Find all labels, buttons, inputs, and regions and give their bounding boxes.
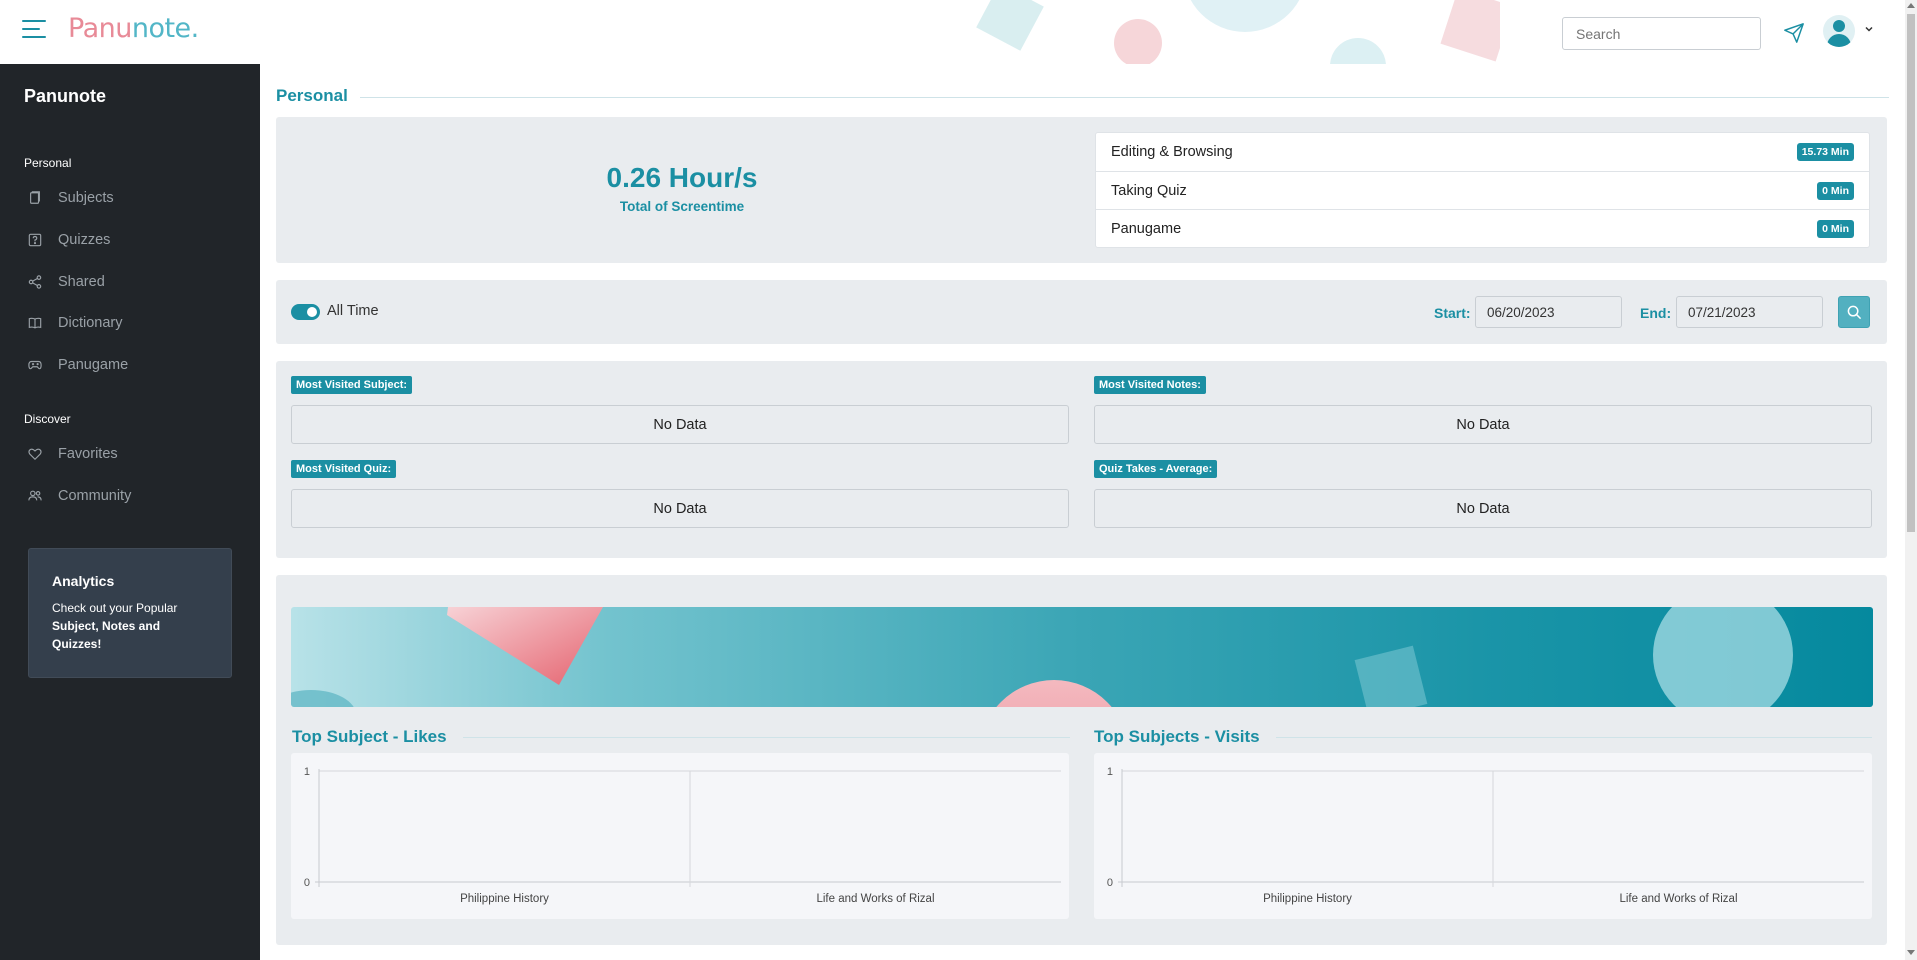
sidebar-item-label: Quizzes [58,232,111,248]
screentime-total: 0.26 Hour/s [606,162,758,193]
chevron-down-icon[interactable] [1864,24,1874,34]
banner-shapes [291,607,1793,707]
sidebar-item-shared[interactable]: Shared [28,268,248,296]
sidebar-item-subjects[interactable]: Subjects [28,184,248,212]
toggle-label: All Time [327,303,379,319]
scrollbar-thumb[interactable] [1907,14,1915,532]
controller-icon [28,360,42,370]
sidebar-item-label: Dictionary [58,315,123,331]
send-icon[interactable] [1783,22,1805,44]
divider [462,736,1070,738]
main-content: Personal 0.26 Hour/s Total of Screentime… [260,64,1905,960]
open-book-icon [28,317,42,329]
search-button[interactable] [1838,296,1870,328]
top-navbar: Panunote. [0,0,1905,64]
chart-header-likes: Top Subject - Likes [292,727,1070,747]
sidebar-item-label: Shared [58,274,105,290]
quiz-takes-average-value: No Data [1094,489,1872,528]
sidebar-item-label: Panugame [58,357,129,373]
chart-title: Top Subject - Likes [292,727,447,746]
end-label: End: [1640,305,1672,321]
quiz-takes-average-label: Quiz Takes - Average: [1094,460,1218,478]
analytics-promo-card: Analytics Check out your Popular Subject… [28,548,232,678]
chart-title: Top Subjects - Visits [1094,727,1260,746]
sidebar-item-dictionary[interactable]: Dictionary [28,309,248,337]
likes-bar-chart: 0 1 Philippine History Life and Works of Ri… [304,766,1061,905]
list-item: Taking Quiz 0 Min [1096,171,1869,209]
visits-bar-chart: 0 1 Philippine History Life and Works of Ri… [1107,766,1864,905]
all-time-toggle[interactable] [291,304,320,320]
x-tick-label: Philippine History [460,893,549,905]
x-tick-label: Life and Works of Rizal [1619,893,1737,905]
search-icon [1847,305,1862,320]
sidebar-item-quizzes[interactable]: Quizzes [28,226,248,254]
most-visited-quiz-label: Most Visited Quiz: [291,460,397,478]
sidebar-item-label: Favorites [58,446,118,462]
chart-likes: 0 1 Philippine History Life and Works of Ri… [291,753,1069,919]
share-icon [28,275,42,289]
sidebar-item-community[interactable]: Community [28,482,248,510]
list-item: Panugame 0 Min [1096,209,1869,247]
promo-text: Check out your Popular Subject, Notes an… [52,601,178,651]
promo-title: Analytics [52,573,115,589]
sidebar-item-favorites[interactable]: Favorites [28,440,248,468]
sidebar-brand[interactable]: Panunote [24,86,106,107]
section-header: Personal [276,86,1889,106]
most-visited-notes-label: Most Visited Notes: [1094,376,1206,394]
page-title: Personal [276,86,348,105]
item-label: Taking Quiz [1111,182,1187,199]
most-visited-subject-label: Most Visited Subject: [291,376,413,394]
x-tick-label: Life and Works of Rizal [816,893,934,905]
start-date-input[interactable] [1475,296,1622,328]
y-tick-label: 1 [304,766,310,778]
sidebar-item-panugame[interactable]: Panugame [28,351,248,379]
app-logo[interactable]: Panunote. [68,13,199,44]
divider [1275,736,1872,738]
decorative-banner [291,607,1873,707]
status-badge: 15.73 Min [1796,143,1854,161]
end-date-input[interactable] [1676,296,1823,328]
start-label: Start: [1434,305,1471,321]
most-visited-notes-value: No Data [1094,405,1872,444]
screentime-breakdown: Editing & Browsing 15.73 Min Taking Quiz… [1095,132,1870,248]
avatar[interactable] [1823,15,1855,47]
most-visited-quiz-value: No Data [291,489,1069,528]
chart-visits: 0 1 Philippine History Life and Works of Ri… [1094,753,1872,919]
chart-header-visits: Top Subjects - Visits [1094,727,1872,747]
item-label: Panugame [1111,220,1182,237]
screentime-panel: 0.26 Hour/s Total of Screentime Editing … [276,117,1887,263]
decorative-shapes [976,0,1500,64]
menu-icon[interactable] [22,20,46,40]
item-label: Editing & Browsing [1111,144,1233,160]
status-badge: 0 Min [1817,181,1854,200]
sidebar: Panunote Personal Subjects Quizzes Share… [0,64,260,960]
heart-icon [28,448,42,461]
divider [359,96,1889,98]
sidebar-section-discover: Discover [24,412,71,426]
vertical-scrollbar[interactable] [1905,0,1917,960]
sidebar-item-label: Subjects [58,190,114,206]
x-tick-label: Philippine History [1263,893,1352,905]
search-input[interactable] [1562,17,1761,50]
filter-panel: All Time Start: End: [276,280,1887,344]
most-visited-subject-value: No Data [291,405,1069,444]
people-icon [28,490,42,501]
y-tick-label: 0 [1107,877,1113,889]
y-tick-label: 0 [304,877,310,889]
book-icon [30,191,40,204]
sidebar-item-label: Community [58,488,132,504]
status-badge: 0 Min [1817,219,1854,238]
screentime-label: Total of Screentime [619,199,745,214]
y-tick-label: 1 [1107,766,1113,778]
most-visited-panel: Most Visited Subject: No Data Most Visit… [276,361,1887,558]
sidebar-section-personal: Personal [24,156,72,170]
charts-panel: Top Subject - Likes Top Subjects - Visit… [276,575,1887,945]
question-square-icon [28,233,42,247]
list-item: Editing & Browsing 15.73 Min [1096,133,1869,171]
